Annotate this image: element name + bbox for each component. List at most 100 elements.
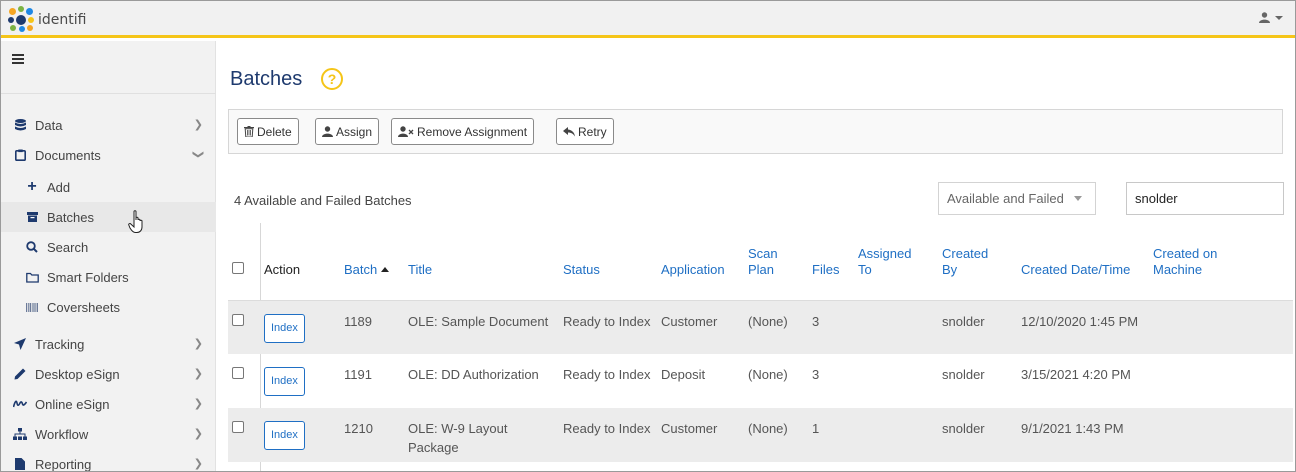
index-button[interactable]: Index bbox=[264, 367, 305, 396]
clipboard-icon bbox=[12, 149, 28, 161]
chevron-down-icon bbox=[1275, 15, 1283, 20]
scan-plan-cell: (None) bbox=[748, 367, 788, 382]
created-datetime-cell: 12/10/2020 1:45 PM bbox=[1017, 300, 1149, 354]
row-select-cell bbox=[228, 408, 260, 462]
sidebar-item-label: Smart Folders bbox=[47, 269, 129, 285]
paper-plane-icon bbox=[12, 338, 28, 350]
sidebar-item-label: Documents bbox=[35, 147, 101, 163]
batch-cell: 1210 bbox=[340, 408, 404, 462]
sidebar-subitem-coversheets[interactable]: Coversheets bbox=[1, 292, 216, 322]
assign-button[interactable]: Assign bbox=[315, 118, 380, 145]
table-row[interactable]: Index 1210 OLE: W-9 Layout Package Ready… bbox=[228, 408, 1293, 462]
delete-button[interactable]: Delete bbox=[237, 118, 299, 145]
application-cell: Customer bbox=[657, 300, 744, 354]
status-cell: Ready to Index bbox=[559, 408, 657, 462]
trash-icon bbox=[244, 126, 254, 137]
sidebar-item-desktop-esign[interactable]: Desktop eSign ❯ bbox=[1, 359, 216, 389]
action-cell: Index bbox=[260, 408, 340, 462]
sidebar-subitem-batches[interactable]: Batches bbox=[1, 202, 216, 233]
header-assigned-to[interactable]: Assigned To bbox=[854, 224, 938, 301]
header-files[interactable]: Files bbox=[808, 224, 854, 301]
assigned-to-cell bbox=[854, 408, 938, 462]
header-batch[interactable]: Batch bbox=[340, 224, 404, 301]
index-button[interactable]: Index bbox=[264, 313, 305, 343]
header-application[interactable]: Application bbox=[657, 224, 744, 301]
index-button[interactable]: Index bbox=[264, 421, 305, 450]
header-title[interactable]: Title bbox=[404, 224, 559, 301]
help-icon[interactable]: ? bbox=[321, 68, 343, 90]
sidebar-item-label: Add bbox=[47, 179, 71, 195]
created-machine-cell bbox=[1149, 300, 1293, 354]
table-row[interactable]: Index 1191 OLE: DD Authorization Ready t… bbox=[228, 354, 1293, 408]
title-cell: OLE: DD Authorization bbox=[408, 367, 539, 382]
logo-text: identifi bbox=[38, 12, 87, 28]
retry-button[interactable]: Retry bbox=[556, 118, 614, 145]
scan-plan-cell: (None) bbox=[744, 300, 808, 354]
sidebar-item-label: Batches bbox=[47, 209, 94, 225]
row-select-cell bbox=[228, 300, 260, 354]
signature-icon bbox=[12, 399, 28, 409]
row-checkbox[interactable] bbox=[232, 313, 244, 326]
sidebar-item-workflow[interactable]: Workflow ❯ bbox=[1, 419, 216, 449]
status-cell: Ready to Index bbox=[563, 367, 651, 382]
top-bar: identifi bbox=[1, 1, 1295, 38]
table-row[interactable]: Index 1189 OLE: Sample Document Ready to… bbox=[228, 300, 1293, 354]
delete-label: Delete bbox=[257, 124, 292, 139]
sidebar-subitem-search[interactable]: Search bbox=[1, 232, 216, 262]
header-created-by[interactable]: Created By bbox=[938, 224, 1017, 301]
filter-selected-value: Available and Failed bbox=[947, 191, 1064, 206]
created-datetime-cell: 3/15/2021 4:20 PM bbox=[1021, 367, 1131, 382]
database-icon bbox=[12, 119, 28, 131]
header-action: Action bbox=[260, 224, 340, 301]
sidebar-item-documents[interactable]: Documents ❯ bbox=[1, 140, 216, 170]
divider bbox=[1, 93, 216, 94]
plus-icon: + bbox=[27, 178, 37, 195]
main-content: Batches ? Delete Assign Remove Assignmen… bbox=[217, 41, 1295, 471]
files-cell: 1 bbox=[808, 408, 854, 462]
sidebar-item-reporting[interactable]: Reporting ❯ bbox=[1, 449, 216, 471]
assigned-to-cell bbox=[854, 354, 938, 408]
sidebar-item-label: Coversheets bbox=[47, 299, 120, 315]
sidebar-item-tracking[interactable]: Tracking ❯ bbox=[1, 329, 216, 359]
sidebar-item-label: Online eSign bbox=[35, 396, 110, 412]
row-checkbox[interactable] bbox=[232, 367, 244, 379]
sidebar-subitem-smart-folders[interactable]: Smart Folders bbox=[1, 262, 216, 292]
title-cell: OLE: W-9 Layout Package bbox=[404, 408, 559, 462]
header-created-datetime[interactable]: Created Date/Time bbox=[1017, 224, 1149, 301]
header-scan-plan[interactable]: Scan Plan bbox=[744, 224, 808, 301]
remove-assignment-label: Remove Assignment bbox=[417, 124, 528, 139]
chevron-right-icon: ❯ bbox=[193, 119, 203, 131]
archive-icon bbox=[24, 212, 40, 222]
row-checkbox[interactable] bbox=[232, 421, 244, 433]
created-by-cell: snolder bbox=[942, 367, 985, 382]
menu-toggle-icon[interactable] bbox=[12, 54, 24, 64]
header-created-machine[interactable]: Created on Machine bbox=[1149, 224, 1293, 301]
action-cell: Index bbox=[260, 354, 340, 408]
reply-icon bbox=[563, 126, 575, 136]
select-all-checkbox[interactable] bbox=[232, 261, 244, 274]
status-filter-select[interactable]: Available and Failed bbox=[938, 182, 1096, 215]
table-header-row: Action Batch Title Status Application Sc… bbox=[228, 224, 1293, 301]
batch-cell: 1191 bbox=[344, 367, 372, 382]
sidebar-item-data[interactable]: Data ❯ bbox=[1, 110, 216, 140]
chevron-down-icon bbox=[1073, 196, 1082, 201]
created-machine-cell bbox=[1149, 408, 1293, 462]
logo[interactable]: identifi bbox=[7, 5, 86, 33]
user-menu[interactable] bbox=[1259, 12, 1283, 23]
batch-count-text: 4 Available and Failed Batches bbox=[234, 193, 412, 208]
sidebar-item-label: Workflow bbox=[35, 426, 89, 442]
files-cell: 3 bbox=[808, 300, 854, 354]
header-status[interactable]: Status bbox=[559, 224, 657, 301]
search-input[interactable] bbox=[1126, 182, 1284, 215]
sidebar: Data ❯ Documents ❯ + Add Batches Search bbox=[1, 41, 216, 471]
created-by-cell: snolder bbox=[938, 300, 1017, 354]
files-cell: 3 bbox=[812, 367, 820, 382]
chevron-down-icon: ❯ bbox=[191, 149, 204, 160]
sidebar-item-label: Search bbox=[47, 239, 89, 255]
assigned-to-cell bbox=[854, 300, 938, 354]
sidebar-item-online-esign[interactable]: Online eSign ❯ bbox=[1, 389, 216, 419]
batch-cell: 1189 bbox=[340, 300, 404, 354]
sidebar-subitem-add[interactable]: + Add bbox=[1, 172, 216, 202]
pen-icon bbox=[12, 368, 28, 380]
remove-assignment-button[interactable]: Remove Assignment bbox=[391, 118, 535, 145]
